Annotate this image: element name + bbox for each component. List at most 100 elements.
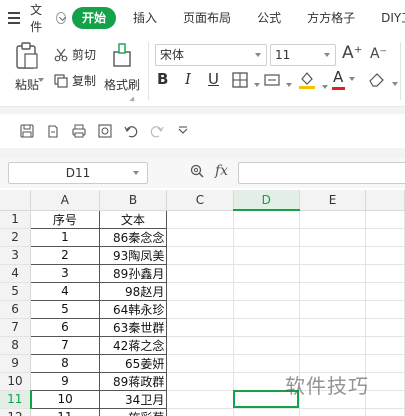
cell-f[interactable] bbox=[365, 336, 405, 355]
borders-button[interactable] bbox=[232, 72, 260, 91]
cell-b[interactable]: 86秦念念 bbox=[98, 227, 168, 247]
font-color-button[interactable]: A bbox=[332, 68, 356, 90]
cell-e[interactable] bbox=[299, 282, 367, 301]
cell-a[interactable]: 7 bbox=[30, 335, 100, 355]
file-menu-label[interactable]: 文件 bbox=[30, 1, 48, 35]
cell-e[interactable] bbox=[299, 336, 367, 355]
tab-insert[interactable]: 插入 bbox=[124, 7, 166, 29]
underline-button[interactable]: U bbox=[208, 70, 219, 88]
row-header[interactable]: 7 bbox=[0, 318, 32, 337]
zoom-search-icon[interactable] bbox=[190, 164, 204, 178]
tab-formulas[interactable]: 公式 bbox=[248, 7, 290, 29]
clipboard-launcher-icon[interactable] bbox=[129, 96, 137, 104]
cell-a[interactable]: 5 bbox=[30, 299, 100, 319]
cell-c[interactable] bbox=[166, 408, 234, 416]
cell-c[interactable] bbox=[166, 318, 234, 337]
cell-d[interactable] bbox=[233, 282, 300, 301]
shrink-font-button[interactable]: A⁻ bbox=[370, 46, 387, 62]
paste-dropdown-icon[interactable] bbox=[38, 78, 44, 82]
cell-d[interactable] bbox=[233, 408, 300, 416]
cell-b[interactable]: 63秦世群 bbox=[98, 317, 168, 337]
tab-ffcell[interactable]: 方方格子 bbox=[298, 7, 364, 29]
row-header[interactable]: 10 bbox=[0, 372, 32, 391]
merge-cells-button[interactable] bbox=[264, 72, 292, 91]
cell-f[interactable] bbox=[365, 210, 405, 229]
cell-c[interactable] bbox=[166, 300, 234, 319]
cell-e[interactable] bbox=[299, 408, 367, 416]
cell-c[interactable] bbox=[166, 390, 234, 409]
cell-c[interactable] bbox=[166, 336, 234, 355]
cell-f[interactable] bbox=[365, 318, 405, 337]
column-header-c[interactable]: C bbox=[166, 190, 234, 211]
formula-input[interactable] bbox=[238, 162, 405, 184]
paste-button[interactable]: 粘贴 bbox=[10, 42, 44, 93]
cell-d[interactable] bbox=[233, 210, 300, 229]
cell-a[interactable]: 1 bbox=[30, 227, 100, 247]
cell-c[interactable] bbox=[166, 282, 234, 301]
cell-b[interactable]: 施彩菊 bbox=[98, 407, 168, 416]
column-header-d[interactable]: D bbox=[233, 190, 300, 211]
row-header[interactable]: 6 bbox=[0, 300, 32, 319]
cell-c[interactable] bbox=[166, 372, 234, 391]
print-icon[interactable] bbox=[72, 124, 86, 138]
cell-d[interactable] bbox=[233, 300, 300, 319]
export-pdf-icon[interactable] bbox=[46, 124, 60, 138]
cell-c[interactable] bbox=[166, 246, 234, 265]
cell-a[interactable]: 6 bbox=[30, 317, 100, 337]
cell-f[interactable] bbox=[365, 264, 405, 283]
cell-a[interactable]: 10 bbox=[30, 389, 100, 409]
cell-a[interactable]: 序号 bbox=[30, 209, 100, 229]
select-all-corner[interactable] bbox=[0, 190, 32, 211]
cell-d[interactable] bbox=[233, 336, 300, 355]
clear-format-button[interactable] bbox=[368, 71, 398, 90]
grow-font-button[interactable]: A⁺ bbox=[342, 43, 363, 63]
cell-a[interactable]: 2 bbox=[30, 245, 100, 265]
hamburger-icon[interactable] bbox=[8, 12, 21, 24]
insert-function-button[interactable]: fx bbox=[215, 163, 228, 179]
cell-b[interactable]: 98赵月 bbox=[98, 281, 168, 301]
cell-c[interactable] bbox=[166, 264, 234, 283]
tab-diy-tools[interactable]: DIY工具 bbox=[372, 7, 405, 29]
undo-icon[interactable] bbox=[124, 124, 138, 138]
customize-toolbar-icon[interactable] bbox=[176, 124, 190, 138]
cell-a[interactable]: 9 bbox=[30, 371, 100, 391]
name-box[interactable]: D11 bbox=[8, 162, 148, 184]
font-name-select[interactable]: 宋体 bbox=[155, 44, 267, 66]
cell-f[interactable] bbox=[365, 282, 405, 301]
format-painter-button[interactable]: 格式刷 bbox=[104, 42, 140, 93]
cell-d[interactable] bbox=[233, 246, 300, 265]
cell-e[interactable] bbox=[299, 246, 367, 265]
row-header[interactable]: 4 bbox=[0, 264, 32, 283]
column-header-b[interactable]: B bbox=[99, 190, 168, 211]
cell-e[interactable] bbox=[299, 264, 367, 283]
copy-button[interactable]: 复制 bbox=[54, 72, 96, 89]
cell-f[interactable] bbox=[365, 372, 405, 391]
cell-f[interactable] bbox=[365, 228, 405, 247]
row-header[interactable]: 5 bbox=[0, 282, 32, 301]
cell-b[interactable]: 65姜妍 bbox=[98, 353, 168, 373]
cell-b[interactable]: 93陶凤美 bbox=[98, 245, 168, 265]
cell-f[interactable] bbox=[365, 246, 405, 265]
column-header-a[interactable]: A bbox=[30, 190, 100, 211]
cell-d[interactable] bbox=[233, 264, 300, 283]
cell-a[interactable]: 8 bbox=[30, 353, 100, 373]
row-header[interactable]: 2 bbox=[0, 228, 32, 247]
cell-a[interactable]: 3 bbox=[30, 263, 100, 283]
redo-icon[interactable] bbox=[150, 124, 164, 138]
cell-b[interactable]: 89孙鑫月 bbox=[98, 263, 168, 283]
cell-e[interactable] bbox=[299, 228, 367, 247]
cell-b[interactable]: 34卫月 bbox=[98, 389, 168, 409]
row-header[interactable]: 3 bbox=[0, 246, 32, 265]
cell-c[interactable] bbox=[166, 228, 234, 247]
cut-button[interactable]: 剪切 bbox=[54, 46, 96, 63]
cell-d[interactable] bbox=[233, 318, 300, 337]
cell-d[interactable] bbox=[233, 228, 300, 247]
file-menu[interactable]: 文件 bbox=[0, 1, 66, 35]
cell-c[interactable] bbox=[166, 210, 234, 229]
save-icon[interactable] bbox=[20, 124, 34, 138]
cell-e[interactable] bbox=[299, 210, 367, 229]
italic-button[interactable]: I bbox=[185, 70, 191, 88]
cell-b[interactable]: 64韩永珍 bbox=[98, 299, 168, 319]
cell-b[interactable]: 89蒋政群 bbox=[98, 371, 168, 391]
chevron-down-icon[interactable] bbox=[56, 12, 66, 24]
